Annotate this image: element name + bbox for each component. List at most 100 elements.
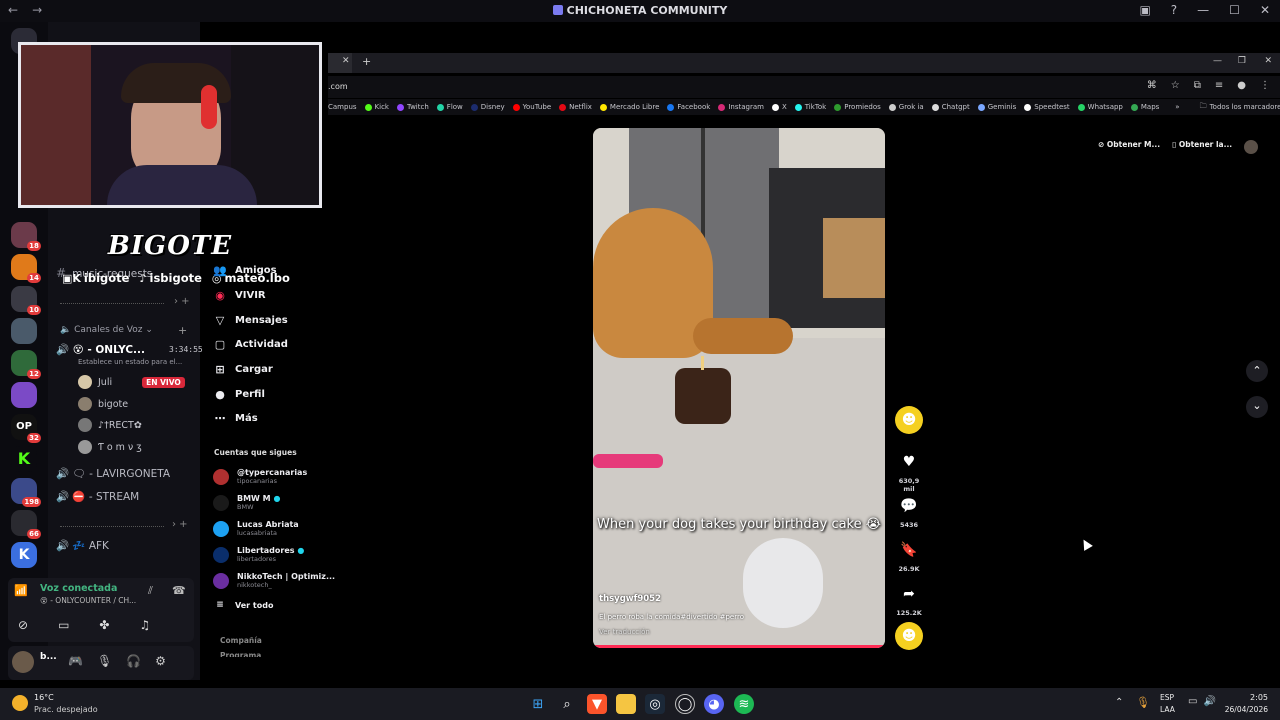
close-tab-icon[interactable]: ✕ [342,56,350,66]
previous-video-button[interactable]: ⌃ [1246,360,1268,382]
like-button[interactable]: ♥ 630,9 mil [895,448,923,493]
next-video-button[interactable]: ⌄ [1246,396,1268,418]
following-account[interactable]: @typercanarias tipocanarias [213,468,307,485]
noise-suppression-icon[interactable]: ⫽ [148,584,153,598]
get-app-button[interactable]: ▯ Obtener la... [1172,140,1232,154]
get-app-button[interactable]: ⊘ Obtener M... [1098,140,1160,154]
volume-icon[interactable]: 🔊 [1203,696,1215,707]
nav-friends[interactable]: 👥 Amigos [213,264,276,277]
settings-gear-icon[interactable]: ⚙ [155,654,166,668]
file-explorer-icon[interactable] [616,694,636,714]
help-icon[interactable]: ? [1171,3,1177,17]
add-channel-icon[interactable]: › + [172,519,188,530]
footer-link[interactable]: Programa [220,651,261,657]
nav-messages[interactable]: ▽ Mensajes [213,314,288,327]
server-icon[interactable] [11,382,37,408]
browser-minimize-button[interactable]: — [1213,56,1222,66]
server-icon[interactable]: OP 32 [11,414,41,443]
creator-avatar[interactable]: ☻ [895,406,923,434]
voice-section-header[interactable]: 🔈 Canales de Voz ⌄ [60,325,153,335]
bookmark[interactable]: Promiedos [834,103,881,111]
voice-connected-channel[interactable]: 😵 - ONLYCOUNTER / CH... [40,596,136,605]
screen-share-icon[interactable]: ▭ [58,618,69,632]
add-voice-channel-icon[interactable]: + [178,324,187,337]
headphones-icon[interactable]: 🎧 [126,654,141,668]
activities-icon[interactable]: ✤ [99,618,109,632]
translate-icon[interactable]: ⌘ [1147,80,1157,91]
soundboard-icon[interactable]: ♫ [139,618,150,632]
tiktok-video[interactable]: When your dog takes your birthday cake 😭… [593,128,885,648]
bookmark[interactable]: Chatgpt [931,103,970,111]
new-tab-icon[interactable]: + [362,55,371,68]
media-icon[interactable]: ≡ [1215,80,1223,91]
microphone-icon[interactable]: 🎙 [97,654,112,668]
save-button[interactable]: 🔖 26.9K [895,536,923,573]
bookmark[interactable]: Maps [1130,103,1159,111]
more-bookmarks-icon[interactable]: » [1175,103,1179,111]
clock-date[interactable]: 26/04/2026 [1216,705,1268,714]
disconnect-icon[interactable]: ☎ [172,584,186,597]
server-icon[interactable]: 66 [11,510,41,539]
bookmark[interactable]: Netflix [559,103,592,111]
share-button[interactable]: ➦ 125.2K [895,580,923,617]
voice-channel-afk[interactable]: 🔊 💤 AFK [56,539,109,552]
footer-link[interactable]: Compañía [220,636,262,645]
language-indicator[interactable]: ESP [1160,693,1174,702]
nav-live[interactable]: ◉ VIVIR [213,289,265,302]
bookmark[interactable]: Facebook [667,103,710,111]
profile-avatar[interactable] [1244,140,1259,154]
bookmark[interactable]: Kick [364,103,389,111]
voice-member[interactable]: Juli EN VIVO [78,375,185,389]
bookmark[interactable]: X [771,103,787,111]
brave-browser-icon[interactable]: ▼ [587,694,607,714]
star-icon[interactable]: ☆ [1171,80,1180,91]
voice-channel-lavirgoneta[interactable]: 🔊 🗨 - LAVIRGONETA [56,467,170,480]
minimize-button[interactable]: — [1197,3,1209,17]
menu-icon[interactable]: ⋮ [1260,80,1270,91]
bookmark[interactable]: Disney [470,103,505,111]
browser-restore-button[interactable]: ❐ [1238,56,1246,66]
bookmark[interactable]: Geminis [977,103,1016,111]
voice-member[interactable]: Ƭ o m ν ʒ [78,440,142,454]
server-icon[interactable]: 10 [11,286,41,315]
bookmark[interactable]: Instagram [718,103,764,111]
weather-icon[interactable] [12,695,28,711]
kick-server-icon[interactable]: K [11,446,37,472]
server-icon[interactable]: 12 [11,350,41,379]
video-author[interactable]: thsygwf9052 [599,594,661,604]
camera-off-icon[interactable]: ⊘ [18,618,28,632]
following-account[interactable]: Lucas Abriata lucasabriata [213,520,299,537]
following-account[interactable]: Libertadores ● libertadores [213,546,304,563]
github-icon[interactable]: ◯ [675,694,695,714]
see-all-link[interactable]: ≡ Ver todo [213,600,273,610]
signal-icon[interactable]: 📶 [14,584,28,597]
bookmark[interactable]: Grok ia [888,103,924,111]
voice-member[interactable]: ♪†RECT✿ [78,418,142,432]
voice-channel-onlycounter[interactable]: 🔊 😵 - ONLYC... [56,343,145,356]
sound-disc[interactable]: ☻ [895,622,923,650]
clock-time[interactable]: 2:05 [1226,693,1268,702]
voice-member[interactable]: bigote [78,397,128,411]
microphone-tray-icon[interactable]: 🎙 [1136,696,1150,709]
server-icon[interactable] [11,318,37,344]
tray-overflow-icon[interactable]: ⌃ [1115,697,1123,708]
nav-upload[interactable]: ⊞ Cargar [213,363,272,376]
bookmark[interactable]: YouTube [512,103,551,111]
maximize-button[interactable]: ☐ [1229,3,1240,17]
server-icon[interactable]: 198 [11,478,41,507]
comment-button[interactable]: 💬 5436 [895,492,923,529]
gamepad-icon[interactable]: 🎮 [68,654,83,668]
bookmark[interactable]: Speedtest [1024,103,1070,111]
server-icon[interactable]: K [11,542,37,568]
bookmark[interactable]: Twitch [396,103,429,111]
see-translation-link[interactable]: Ver traducción [599,628,650,636]
discord-icon[interactable]: ◕ [704,694,724,714]
weather-desc[interactable]: Prac. despejado [34,705,98,714]
weather-temp[interactable]: 16°C [34,693,54,702]
browser-close-button[interactable]: ✕ [1264,56,1272,66]
steam-icon[interactable]: ◎ [645,694,665,714]
close-button[interactable]: ✕ [1260,3,1270,17]
profile-icon[interactable]: ● [1237,80,1246,91]
add-channel-icon[interactable]: › + [174,296,190,307]
nav-more[interactable]: ⋯ Más [213,412,258,425]
